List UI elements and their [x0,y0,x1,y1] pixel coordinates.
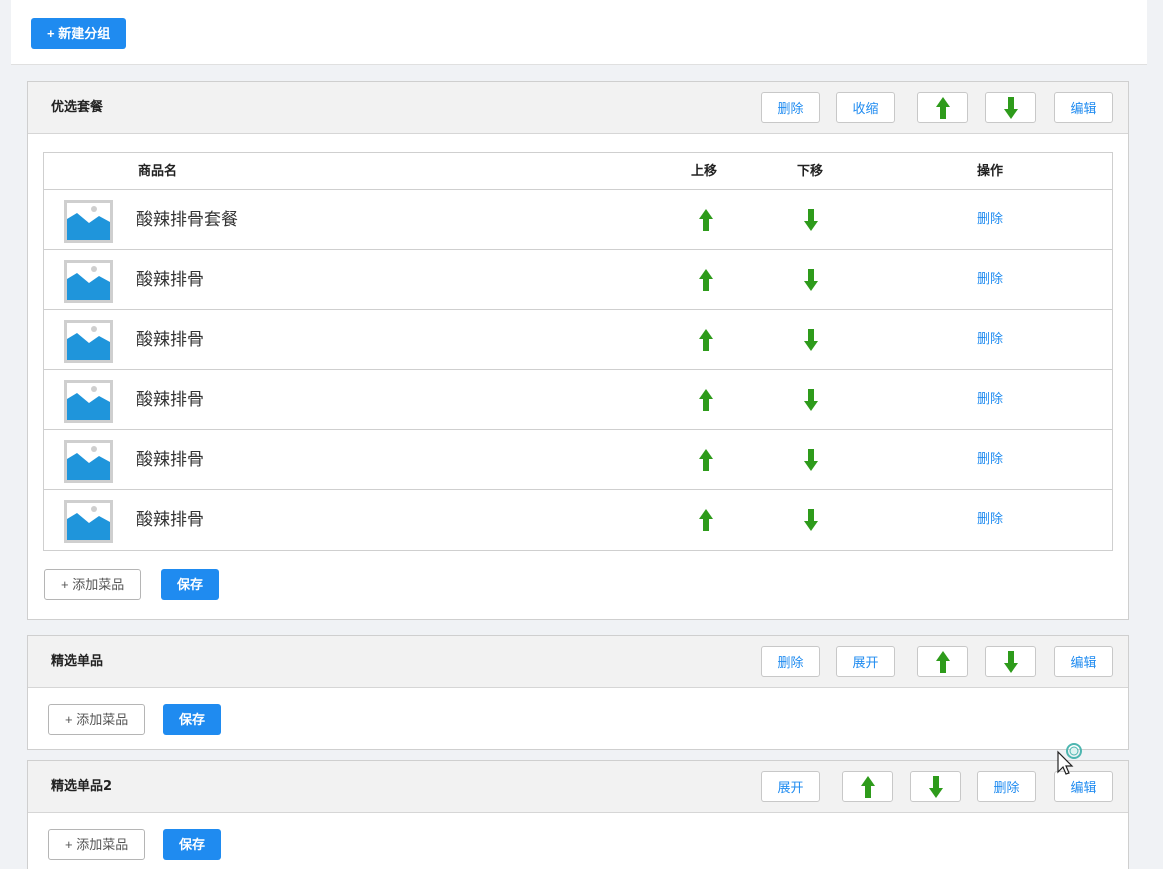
group-header: 优选套餐 删除 收缩 编辑 [28,82,1128,134]
arrow-up-icon [699,209,713,231]
arrow-up-icon [699,269,713,291]
row-delete-link[interactable]: 删除 [977,370,1003,430]
table-row: 酸辣排骨 删除 [44,430,1112,490]
group-edit-button[interactable]: 编辑 [1054,92,1113,123]
group-title: 精选单品2 [51,779,113,794]
group-move-down-button[interactable] [910,771,961,802]
row-move-up-button[interactable] [699,329,713,355]
table-row: 酸辣排骨 删除 [44,310,1112,370]
save-button[interactable]: 保存 [163,704,222,735]
add-dish-button[interactable]: + 添加菜品 [48,704,146,735]
arrow-up-icon [699,329,713,351]
arrow-up-icon [699,449,713,471]
image-placeholder-icon [64,320,113,363]
group-delete-button[interactable]: 删除 [761,92,820,123]
col-action-header: 操作 [977,164,1004,179]
arrow-down-icon [804,209,818,231]
image-placeholder-icon [64,380,113,423]
row-delete-link[interactable]: 删除 [977,310,1003,370]
product-table: 商品名 上移 下移 操作 酸辣排骨套餐 删除 酸辣排骨 删除 酸辣排骨 删除 酸辣排骨 删除酸… [43,152,1113,551]
row-move-down-button[interactable] [804,449,818,475]
product-name: 酸辣排骨 [136,510,204,530]
arrow-up-icon [935,650,950,673]
table-row: 酸辣排骨套餐 删除 [44,190,1112,250]
col-up-header: 上移 [691,164,718,179]
table-row: 酸辣排骨 删除 [44,490,1112,550]
product-name: 酸辣排骨套餐 [136,210,238,230]
row-move-down-button[interactable] [804,209,818,235]
row-move-down-button[interactable] [804,269,818,295]
product-name: 酸辣排骨 [136,330,204,350]
arrow-up-icon [699,389,713,411]
table-row: 酸辣排骨 删除 [44,370,1112,430]
group-expand-button[interactable]: 展开 [761,771,820,802]
group-youxuan-taocan: 优选套餐 删除 收缩 编辑 商品名 上移 下移 操作 酸辣排骨套餐 删除 酸辣排骨删… [27,81,1129,620]
group-move-up-button[interactable] [842,771,893,802]
product-name: 酸辣排骨 [136,270,204,290]
arrow-down-icon [1003,96,1018,119]
group-edit-button[interactable]: 编辑 [1054,646,1113,677]
group-title: 精选单品 [51,654,104,669]
table-header: 商品名 上移 下移 操作 [44,153,1112,190]
group-jingxuan-danpin: 精选单品 删除 展开 编辑 + 添加菜品 保存 [27,635,1129,750]
arrow-up-icon [699,509,713,531]
page: + 新建分组 优选套餐 删除 收缩 编辑 商品名 上移 下移 操作 酸辣排骨套餐… [0,0,1163,869]
mouse-pointer-icon [1057,743,1082,775]
row-move-down-button[interactable] [804,329,818,355]
arrow-down-icon [804,509,818,531]
group-expand-button[interactable]: 展开 [836,646,895,677]
row-move-down-button[interactable] [804,509,818,535]
image-placeholder-icon [64,440,113,483]
table-row: 酸辣排骨 删除 [44,250,1112,310]
row-move-up-button[interactable] [699,269,713,295]
row-move-up-button[interactable] [699,509,713,535]
new-group-button[interactable]: + 新建分组 [31,18,127,49]
save-button[interactable]: 保存 [163,829,222,860]
row-delete-link[interactable]: 删除 [977,250,1003,310]
arrow-down-icon [804,449,818,471]
arrow-down-icon [804,329,818,351]
arrow-up-icon [860,775,875,798]
group-collapse-button[interactable]: 收缩 [836,92,895,123]
add-dish-button[interactable]: + 添加菜品 [44,569,142,600]
group-move-down-button[interactable] [985,646,1036,677]
row-delete-link[interactable]: 删除 [977,430,1003,490]
row-move-up-button[interactable] [699,389,713,415]
add-dish-button[interactable]: + 添加菜品 [48,829,146,860]
col-down-header: 下移 [797,164,824,179]
row-delete-link[interactable]: 删除 [977,190,1003,250]
arrow-down-icon [804,269,818,291]
top-toolbar: + 新建分组 [11,0,1147,65]
group-move-up-button[interactable] [917,646,968,677]
arrow-down-icon [804,389,818,411]
group-header: 精选单品2 展开 删除 编辑 [28,761,1128,813]
row-move-down-button[interactable] [804,389,818,415]
product-name: 酸辣排骨 [136,390,204,410]
group-delete-button[interactable]: 删除 [977,771,1036,802]
image-placeholder-icon [64,200,113,243]
col-name-header: 商品名 [138,164,178,179]
row-delete-link[interactable]: 删除 [977,490,1003,550]
product-name: 酸辣排骨 [136,450,204,470]
row-move-up-button[interactable] [699,209,713,235]
image-placeholder-icon [64,500,113,543]
group-header: 精选单品 删除 展开 编辑 [28,636,1128,688]
group-title: 优选套餐 [51,100,104,115]
group-delete-button[interactable]: 删除 [761,646,820,677]
image-placeholder-icon [64,260,113,303]
save-button[interactable]: 保存 [161,569,220,600]
group-jingxuan-danpin-2: 精选单品2 展开 删除 编辑 + 添加菜品 保存 [27,760,1129,869]
arrow-down-icon [928,775,943,798]
arrow-up-icon [935,96,950,119]
arrow-down-icon [1003,650,1018,673]
row-move-up-button[interactable] [699,449,713,475]
group-move-down-button[interactable] [985,92,1036,123]
group-move-up-button[interactable] [917,92,968,123]
